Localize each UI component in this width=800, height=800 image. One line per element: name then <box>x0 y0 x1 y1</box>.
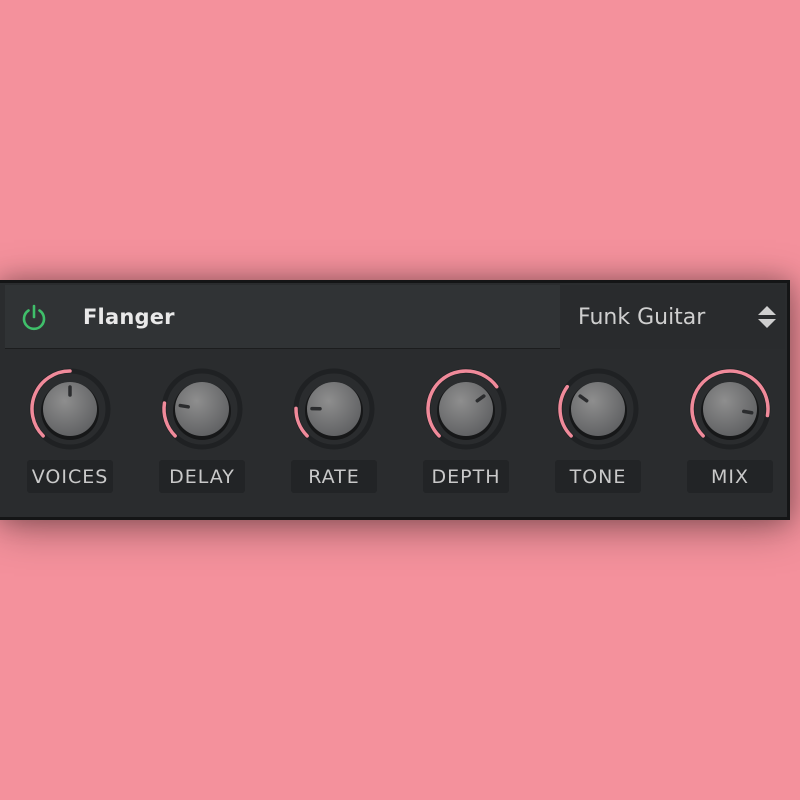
knob-label: VOICES <box>27 460 113 493</box>
knob-dial[interactable] <box>22 367 118 457</box>
knob-indicator <box>742 409 754 415</box>
knob-depth: DEPTH <box>418 367 518 507</box>
knob-body <box>439 382 493 436</box>
title-bar: Flanger <box>5 285 560 349</box>
preset-stepper[interactable] <box>755 302 779 332</box>
knob-label: DELAY <box>159 460 245 493</box>
knob-dial[interactable] <box>550 367 646 457</box>
knob-delay: DELAY <box>154 367 254 507</box>
preset-selector[interactable]: Funk Guitar <box>560 285 785 349</box>
knob-label: DEPTH <box>423 460 509 493</box>
knob-body <box>703 382 757 436</box>
knob-tone: TONE <box>550 367 650 507</box>
knob-rate: RATE <box>286 367 386 507</box>
knob-dial[interactable] <box>286 367 382 457</box>
knob-mix: MIX <box>682 367 782 507</box>
preset-name: Funk Guitar <box>578 304 706 330</box>
power-icon <box>22 304 46 330</box>
knob-dial[interactable] <box>682 367 778 457</box>
knob-body <box>571 382 625 436</box>
power-button[interactable] <box>19 302 49 332</box>
knob-label: TONE <box>555 460 641 493</box>
plugin-header: Flanger Funk Guitar <box>5 285 785 349</box>
effect-name: Flanger <box>83 304 175 329</box>
knob-row: VOICES DELAY RATE DEPTH TONE MIX <box>5 367 785 507</box>
knob-body <box>175 382 229 436</box>
plugin-panel: Flanger Funk Guitar VOICES DELAY RATE DEPTH… <box>0 280 790 520</box>
knob-label: MIX <box>687 460 773 493</box>
knob-indicator <box>178 403 190 409</box>
knob-dial[interactable] <box>418 367 514 457</box>
knob-label: RATE <box>291 460 377 493</box>
knob-voices: VOICES <box>22 367 122 507</box>
up-down-arrows-icon <box>758 306 776 328</box>
knob-dial[interactable] <box>154 367 250 457</box>
